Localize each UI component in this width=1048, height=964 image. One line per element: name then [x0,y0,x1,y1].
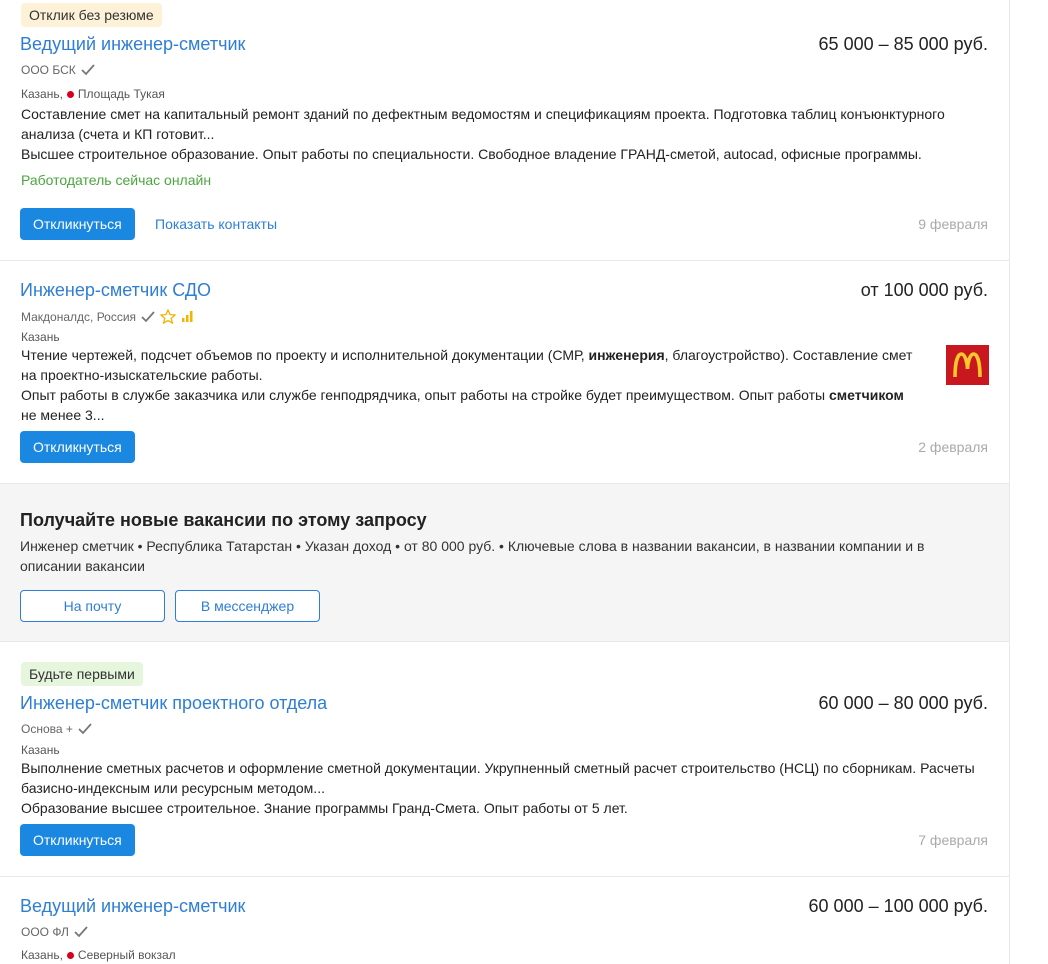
subscribe-email-button[interactable]: На почту [20,590,165,622]
company-name[interactable]: ООО БСК [21,63,95,77]
vacancy-location: Казань [21,743,60,757]
employer-rating-bars-icon[interactable] [181,310,193,323]
vacancy-description: Чтение чертежей, подсчет объемов по прое… [21,345,921,425]
verified-check-icon [81,64,95,76]
verified-check-icon [78,723,92,735]
publication-date: 7 февраля [918,832,988,848]
vacancy-title-link[interactable]: Ведущий инженер-сметчик [20,896,245,917]
promo-title: Получайте новые вакансии по этому запрос… [20,510,427,530]
vacancy-description: Выполнение сметных расчетов и оформление… [21,758,986,818]
vacancy-location: Казань, Площадь Тукая [21,87,165,101]
metro-icon [66,90,74,98]
no-resume-badge: Отклик без резюме [21,3,162,27]
vacancy-requirements: Высшее строительное образование. Опыт ра… [21,146,922,162]
publication-date: 2 февраля [918,439,988,455]
vacancy-salary: от 100 000 руб. [860,280,988,300]
city: Казань, [21,87,63,101]
verified-check-icon [74,926,88,938]
city: Казань [21,743,60,757]
vacancy-card: Отклик без резюме Ведущий инженер-сметчи… [0,0,1009,261]
search-criteria: Инженер сметчик • Республика Татарстан •… [20,538,925,574]
company-name-text[interactable]: ООО БСК [21,63,76,77]
highlight-keyword: инженерия [588,347,665,363]
vacancy-card: Будьте первыми Инженер-сметчик проектног… [0,642,1009,877]
be-first-badge: Будьте первыми [21,662,143,686]
vacancy-salary: 65 000 – 85 000 руб. [818,34,988,54]
metro-icon [66,951,74,959]
vacancy-location: Казань [21,330,60,344]
vacancy-requirements: Опыт работы в службе заказчика или служб… [21,387,904,423]
vacancy-responsibilities: Чтение чертежей, подсчет объемов по прое… [21,347,913,383]
company-name[interactable]: Макдоналдс, Россия [21,309,193,324]
vacancy-responsibilities: Составление смет на капитальный ремонт з… [21,106,945,142]
show-contacts-link[interactable]: Показать контакты [155,216,277,232]
vacancy-title-link[interactable]: Инженер-сметчик проектного отдела [20,693,327,714]
company-name[interactable]: ООО ФЛ [21,925,88,939]
employer-online-status: Работодатель сейчас онлайн [21,172,212,188]
company-name[interactable]: Основа + [21,722,92,736]
company-name-text[interactable]: ООО ФЛ [21,925,69,939]
vacancy-salary: 60 000 – 80 000 руб. [818,693,988,713]
company-logo[interactable] [946,345,989,385]
vacancy-requirements: Образование высшее строительное. Знание … [21,800,628,816]
vacancy-location: Казань, Северный вокзал [21,948,176,962]
metro-station: Северный вокзал [77,948,176,962]
metro-station: Площадь Тукая [77,87,165,101]
city: Казань, [21,948,63,962]
respond-button[interactable]: Откликнуться [20,431,135,463]
subscribe-messenger-button[interactable]: В мессенджер [175,590,320,622]
vacancy-description: Составление смет на капитальный ремонт з… [21,104,961,164]
company-name-text[interactable]: Основа + [21,722,73,736]
vacancy-title-link[interactable]: Ведущий инженер-сметчик [20,34,245,55]
vacancy-list: Отклик без резюме Ведущий инженер-сметчи… [0,0,1010,964]
company-name-text[interactable]: Макдоналдс, Россия [21,310,136,324]
vacancy-title-link[interactable]: Инженер-сметчик СДО [20,280,211,301]
vacancy-card: Инженер-сметчик СДО от 100 000 руб. Макд… [0,261,1009,484]
highlight-keyword: сметчиком [828,387,904,403]
trusted-employer-star-icon[interactable] [160,309,177,324]
respond-button[interactable]: Откликнуться [20,824,135,856]
mcdonalds-logo-icon [953,352,982,378]
verified-check-icon [141,310,155,322]
vacancy-responsibilities: Выполнение сметных расчетов и оформление… [21,760,975,796]
saved-search-promo: Получайте новые вакансии по этому запрос… [0,484,1009,642]
city: Казань [21,330,60,344]
vacancy-salary: 60 000 – 100 000 руб. [808,896,988,916]
publication-date: 9 февраля [918,216,988,232]
vacancy-card: Ведущий инженер-сметчик 60 000 – 100 000… [0,877,1009,964]
respond-button[interactable]: Откликнуться [20,208,135,240]
